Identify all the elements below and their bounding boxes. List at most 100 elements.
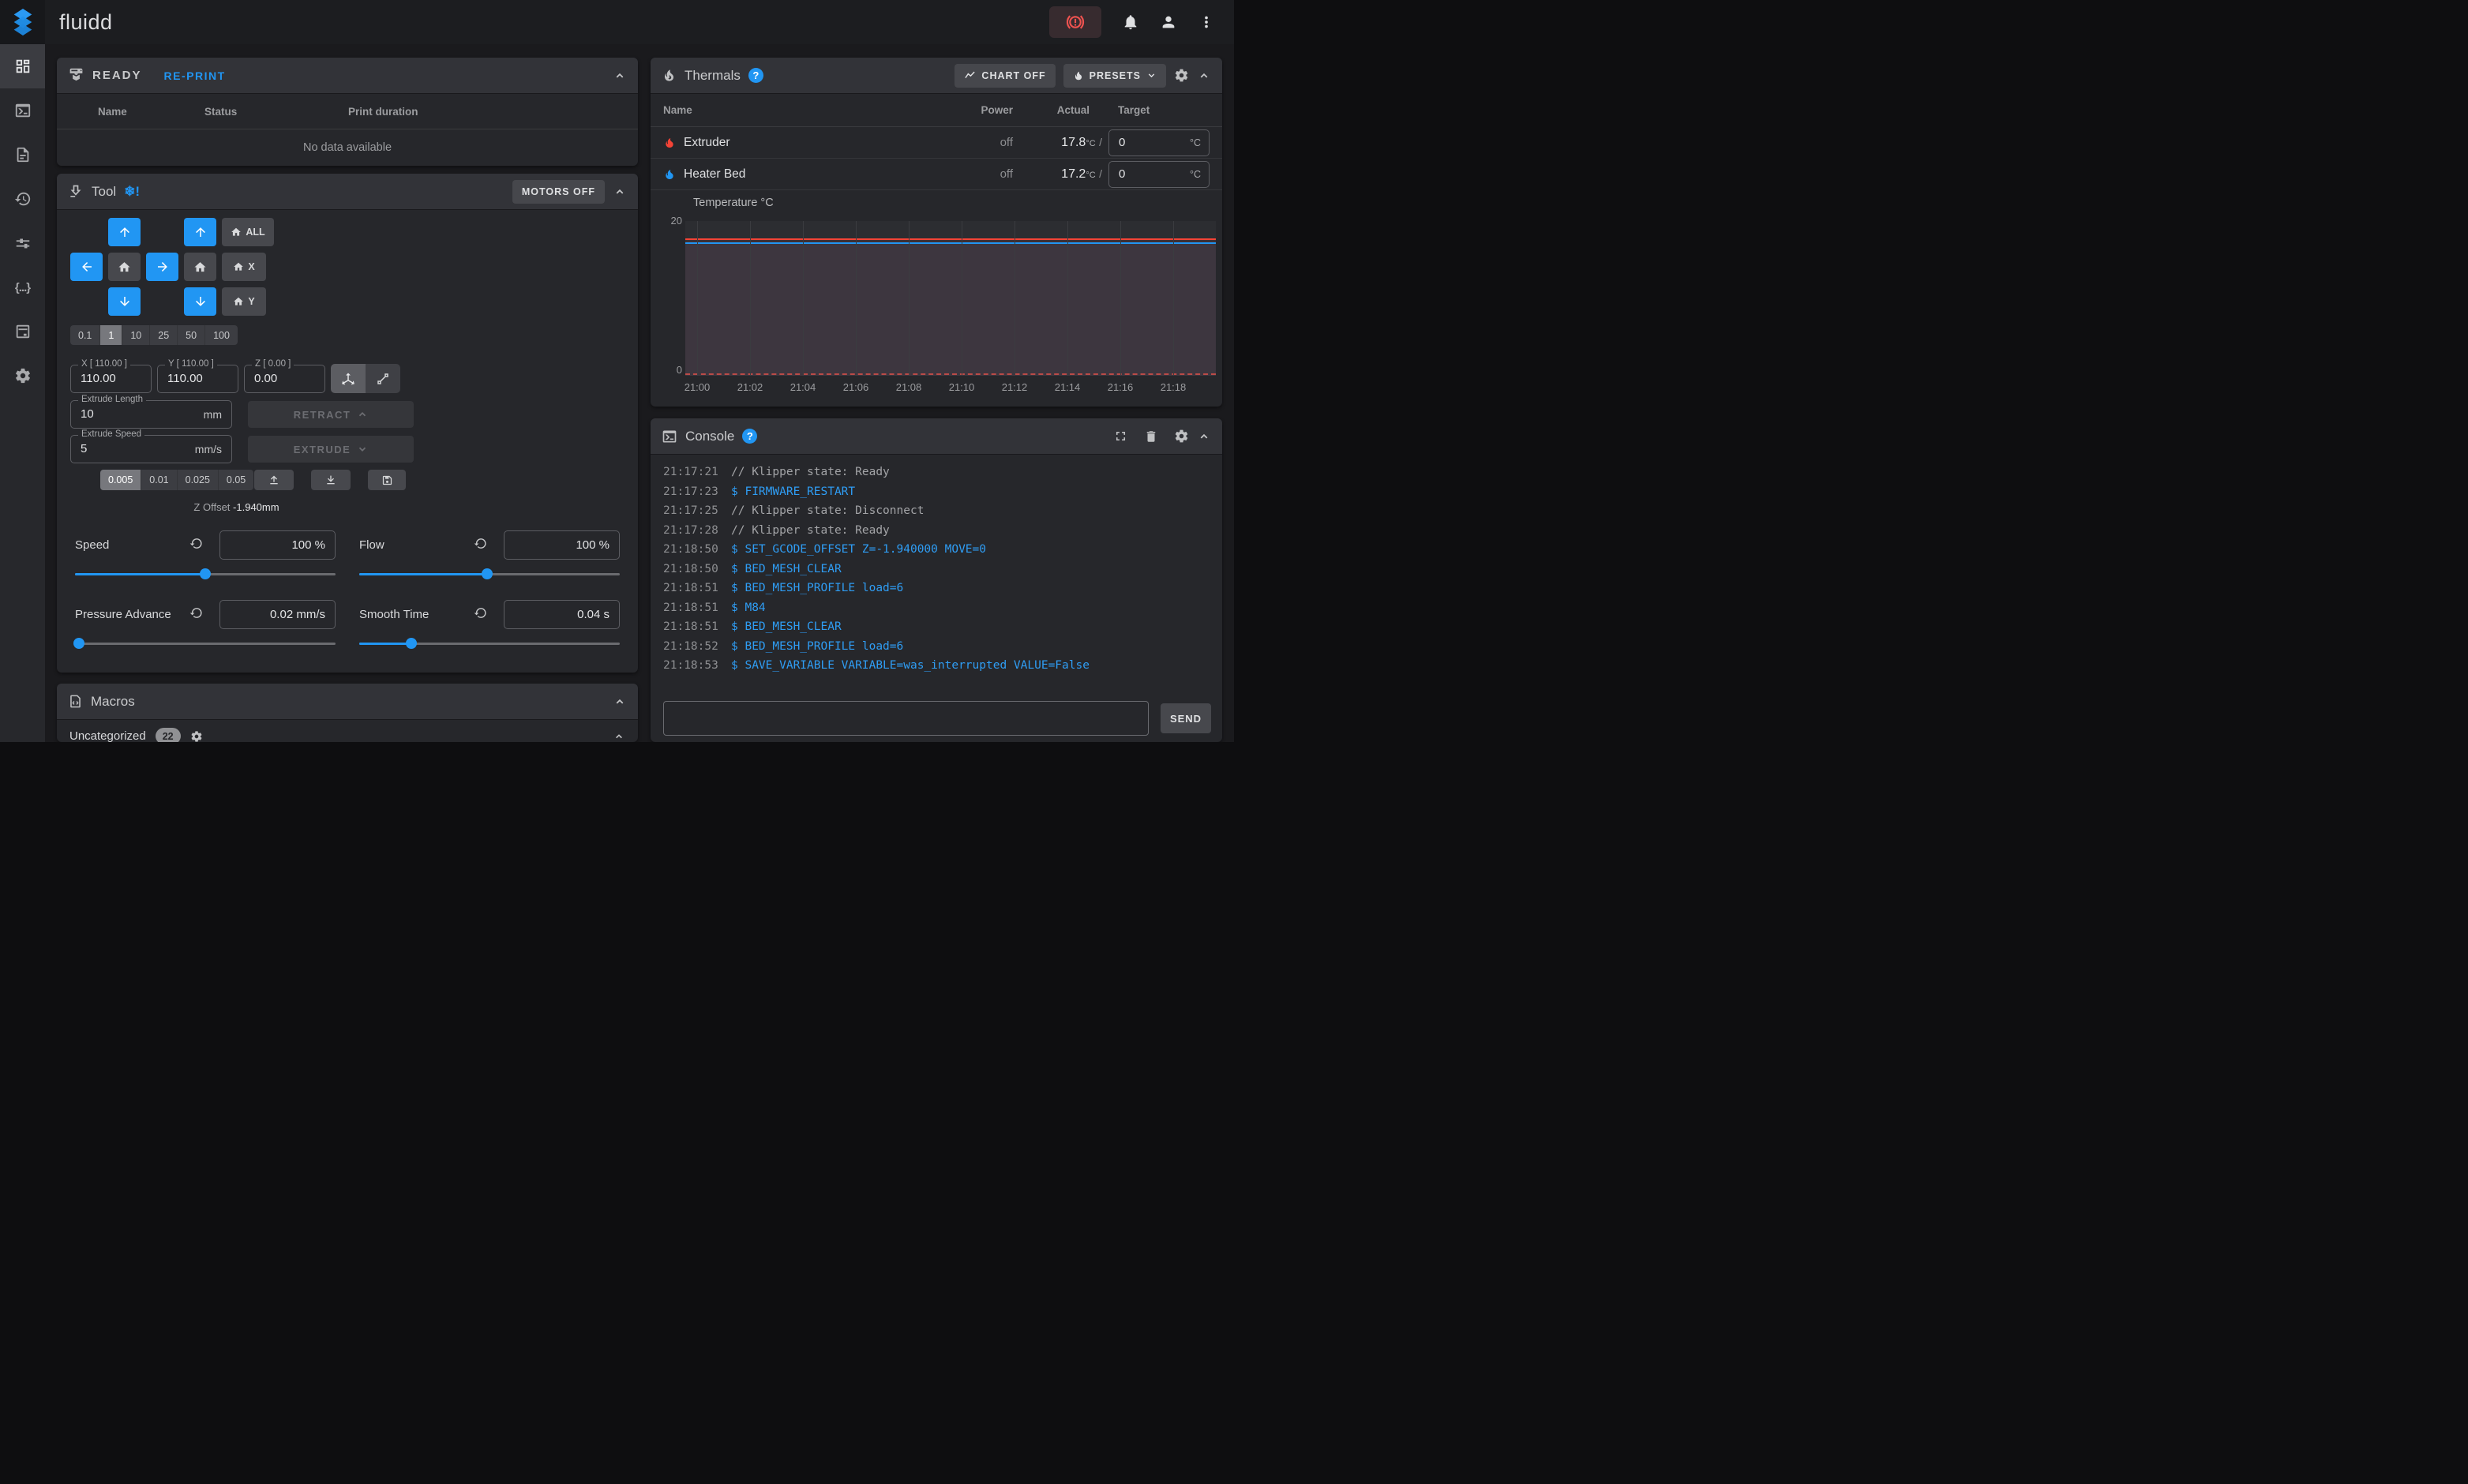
step-button-0.025[interactable]: 0.025 (178, 470, 219, 490)
step-button-25[interactable]: 25 (150, 325, 178, 345)
extrude-speed-value: 5 (81, 436, 87, 463)
console-log[interactable]: 21:17:21// Klipper state: Ready21:17:23$… (663, 463, 1210, 676)
send-button[interactable]: SEND (1161, 703, 1211, 733)
flow-value-box[interactable]: 100 % (504, 530, 620, 560)
slider-thumb[interactable] (73, 638, 84, 649)
slider-thumb[interactable] (200, 568, 211, 579)
absolute-position-toggle[interactable] (331, 364, 366, 393)
flow-slider[interactable] (359, 568, 620, 579)
sidebar-item-dashboard[interactable] (0, 44, 45, 88)
jog-y-minus-button[interactable] (108, 287, 141, 316)
emergency-stop-button[interactable] (1049, 6, 1101, 38)
home-z-button[interactable] (184, 253, 216, 281)
step-button-50[interactable]: 50 (178, 325, 205, 345)
smooth-time-value-box[interactable]: 0.04 s (504, 600, 620, 629)
slider-thumb[interactable] (482, 568, 493, 579)
presets-button[interactable]: PRESETS (1063, 64, 1166, 88)
jog-x-plus-button[interactable] (146, 253, 178, 281)
sidebar-item-history[interactable] (0, 177, 45, 221)
z-offset-save-button[interactable] (368, 470, 406, 490)
step-button-0.1[interactable]: 0.1 (70, 325, 100, 345)
x-tick-label: 21:08 (896, 381, 922, 393)
step-button-1[interactable]: 1 (100, 325, 122, 345)
target-input-box: °C (1108, 129, 1210, 156)
speed-value-box[interactable]: 100 % (219, 530, 336, 560)
axis-arrow-icon (341, 372, 355, 386)
z-offset-up-button[interactable] (254, 470, 294, 490)
jog-z-plus-button[interactable] (184, 218, 216, 246)
home-xy-button[interactable] (108, 253, 141, 281)
extruder-target-input[interactable] (1117, 130, 1160, 156)
step-button-0.05[interactable]: 0.05 (219, 470, 253, 490)
heater-name[interactable]: Extruder (684, 136, 730, 150)
temperature-chart[interactable] (685, 221, 1216, 376)
notifications-button[interactable] (1114, 6, 1147, 39)
console-settings-gear-icon[interactable] (1174, 429, 1189, 444)
bed-target-input[interactable] (1117, 162, 1160, 187)
collapse-chevron-icon[interactable] (613, 695, 627, 709)
jog-x-minus-button[interactable] (70, 253, 103, 281)
smooth-time-slider[interactable] (359, 638, 620, 649)
thermals-settings-gear-icon[interactable] (1174, 68, 1189, 83)
step-button-0.01[interactable]: 0.01 (141, 470, 177, 490)
heater-name[interactable]: Heater Bed (684, 167, 745, 182)
step-button-0.005[interactable]: 0.005 (100, 470, 141, 490)
fire-icon (662, 68, 677, 83)
arrow-left-icon (80, 260, 94, 274)
jog-y-plus-button[interactable] (108, 218, 141, 246)
reset-icon[interactable] (474, 606, 487, 620)
reprint-button[interactable]: RE-PRINT (164, 69, 226, 82)
step-button-10[interactable]: 10 (122, 325, 150, 345)
heater-power: off (962, 136, 1018, 149)
relative-position-toggle[interactable] (366, 364, 400, 393)
pressure-advance-value-box[interactable]: 0.02 mm/s (219, 600, 336, 629)
sidebar-item-tune[interactable] (0, 221, 45, 265)
sidebar-item-macros[interactable]: {...} (0, 265, 45, 309)
help-icon[interactable]: ? (748, 68, 763, 83)
help-icon[interactable]: ? (742, 429, 757, 444)
step-button-100[interactable]: 100 (205, 325, 238, 345)
pressure-advance-slider[interactable] (75, 638, 336, 649)
app-menu-button[interactable] (1190, 6, 1223, 39)
reset-icon[interactable] (189, 537, 203, 550)
fluidd-logo-icon (11, 9, 35, 36)
jog-z-minus-button[interactable] (184, 287, 216, 316)
collapse-chevron-icon[interactable] (613, 730, 625, 743)
sidebar-item-system[interactable] (0, 309, 45, 354)
extrude-speed-field[interactable]: Extrude Speed 5 mm/s (70, 435, 232, 463)
reset-icon[interactable] (474, 537, 487, 550)
position-x-field[interactable]: X [ 110.00 ] 110.00 (70, 365, 152, 393)
reset-icon[interactable] (189, 606, 203, 620)
position-z-field[interactable]: Z [ 0.00 ] 0.00 (244, 365, 325, 393)
category-settings-gear-icon[interactable] (190, 730, 203, 743)
position-y-field[interactable]: Y [ 110.00 ] 110.00 (157, 365, 238, 393)
console-panel-title: Console (685, 429, 734, 444)
collapse-chevron-icon[interactable] (1197, 69, 1211, 83)
sidebar-item-settings[interactable] (0, 354, 45, 398)
z-offset-down-button[interactable] (311, 470, 351, 490)
user-button[interactable] (1152, 6, 1185, 39)
target-series-line (685, 373, 1216, 375)
sidebar-item-jobs[interactable] (0, 133, 45, 177)
arrow-down-icon (118, 294, 132, 309)
collapse-chevron-icon[interactable] (613, 185, 627, 199)
chart-off-button[interactable]: CHART OFF (955, 64, 1055, 88)
home-all-button[interactable]: ALL (222, 218, 274, 246)
retract-button[interactable]: RETRACT (248, 401, 414, 428)
fullscreen-icon[interactable] (1113, 429, 1128, 444)
speed-slider[interactable] (75, 568, 336, 579)
trash-icon[interactable] (1144, 429, 1158, 444)
extrude-button[interactable]: EXTRUDE (248, 436, 414, 463)
collapse-chevron-icon[interactable] (1197, 429, 1211, 444)
sidebar-item-console[interactable] (0, 88, 45, 133)
extrude-length-field[interactable]: Extrude Length 10 mm (70, 400, 232, 429)
collapse-chevron-icon[interactable] (613, 69, 627, 83)
console-command-input[interactable] (663, 701, 1149, 736)
home-y-button[interactable]: Y (222, 287, 266, 316)
macro-category-row[interactable]: Uncategorized 22 (57, 720, 638, 742)
home-x-button[interactable]: X (222, 253, 266, 281)
fluidd-logo[interactable] (0, 0, 45, 44)
slider-thumb[interactable] (406, 638, 417, 649)
motors-off-button[interactable]: MOTORS OFF (512, 180, 605, 204)
dots-vertical-icon (1198, 13, 1215, 31)
